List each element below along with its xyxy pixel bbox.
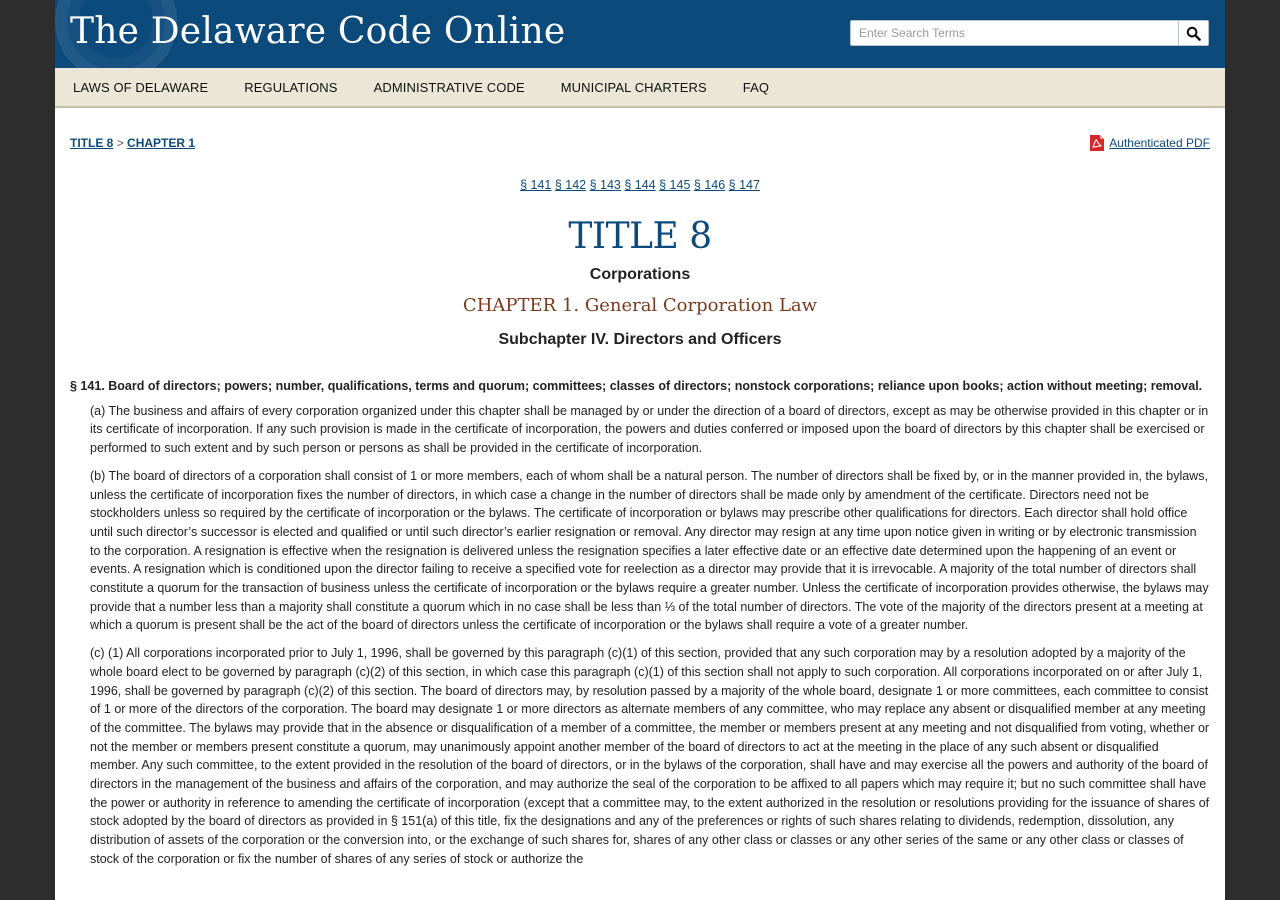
nav-regulations[interactable]: REGULATIONS: [244, 80, 337, 95]
section-link-144[interactable]: § 144: [624, 178, 655, 192]
nav-municipal-charters[interactable]: MUNICIPAL CHARTERS: [561, 80, 707, 95]
search-button[interactable]: [1178, 20, 1209, 46]
section-links: § 141 § 142 § 143 § 144 § 145 § 146 § 14…: [55, 178, 1225, 192]
authenticated-pdf: Authenticated PDF: [1089, 134, 1210, 152]
section-link-146[interactable]: § 146: [694, 178, 725, 192]
authenticated-pdf-link[interactable]: Authenticated PDF: [1109, 136, 1210, 150]
search-icon: [1186, 26, 1201, 41]
breadcrumb: TITLE 8 > CHAPTER 1: [70, 136, 195, 150]
document-title: TITLE 8: [568, 216, 712, 257]
section-content: § 141. Board of directors; powers; numbe…: [70, 377, 1210, 878]
section-link-147[interactable]: § 147: [729, 178, 760, 192]
pdf-icon[interactable]: [1089, 134, 1105, 152]
breadcrumb-row: TITLE 8 > CHAPTER 1 Authenticated PDF: [70, 134, 1210, 152]
section-paragraph-b: (b) The board of directors of a corporat…: [90, 468, 1209, 633]
breadcrumb-chapter[interactable]: CHAPTER 1: [127, 136, 195, 150]
document-title-subtitle: Corporations: [589, 266, 691, 283]
subchapter-title: Subchapter IV. Directors and Officers: [498, 331, 782, 348]
section-link-141[interactable]: § 141: [520, 178, 551, 192]
nav-faq[interactable]: FAQ: [743, 80, 769, 95]
page: The Delaware Code Online LAWS OF DELAWAR…: [55, 0, 1225, 900]
main-nav: LAWS OF DELAWARE REGULATIONS ADMINISTRAT…: [55, 68, 1225, 108]
section-link-143[interactable]: § 143: [590, 178, 621, 192]
site-title[interactable]: The Delaware Code Online: [70, 9, 565, 55]
search-box: [850, 20, 1209, 46]
section-paragraph-c: (c) (1) All corporations incorporated pr…: [90, 646, 1210, 866]
breadcrumb-title[interactable]: TITLE 8: [70, 136, 113, 150]
chapter-title: CHAPTER 1. General Corporation Law: [462, 295, 818, 316]
section-link-142[interactable]: § 142: [555, 178, 586, 192]
site-header: The Delaware Code Online: [55, 0, 1225, 68]
section-heading: § 141. Board of directors; powers; numbe…: [70, 379, 1203, 393]
nav-laws-of-delaware[interactable]: LAWS OF DELAWARE: [73, 80, 208, 95]
search-input[interactable]: [850, 20, 1179, 46]
nav-administrative-code[interactable]: ADMINISTRATIVE CODE: [374, 80, 525, 95]
section-paragraph-a: (a) The business and affairs of every co…: [90, 403, 1209, 456]
section-link-145[interactable]: § 145: [659, 178, 690, 192]
breadcrumb-separator: >: [116, 136, 124, 150]
